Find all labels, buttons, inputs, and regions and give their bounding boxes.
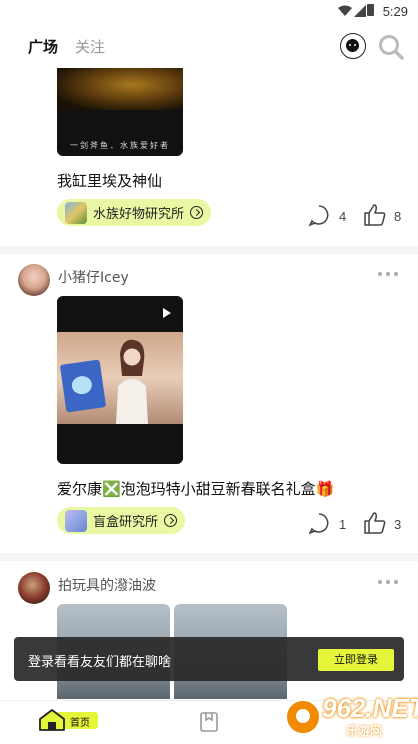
topic-tag-label: 盲盒研究所 — [93, 515, 159, 530]
divider — [0, 246, 418, 254]
comment-count: 1 — [339, 517, 347, 532]
login-prompt-toast: 登录看看友友们都在聊啥 立即登录 — [14, 637, 404, 681]
chevron-right-icon — [190, 206, 204, 219]
top-header: 广场 关注 — [0, 24, 418, 68]
avatar[interactable] — [18, 572, 50, 604]
avatar[interactable] — [18, 264, 50, 296]
username[interactable]: 拍玩具的潑油波 — [58, 575, 156, 595]
topic-tag-label: 水族好物研究所 — [93, 207, 185, 222]
like-count: 3 — [394, 517, 402, 532]
thumbnail-caption: 一剑斧鱼．水族爱好者 — [70, 141, 170, 150]
person-image — [116, 339, 148, 424]
play-icon — [163, 308, 171, 318]
nav-home-label: 首页 — [70, 718, 90, 729]
thumbnail-image — [57, 68, 183, 110]
watermark-text: 962.NET — [322, 693, 418, 723]
blind-box-icon — [65, 509, 87, 532]
tab-square[interactable]: 广场 — [28, 36, 58, 57]
like-icon[interactable] — [363, 203, 387, 227]
status-bar: 5:29 — [0, 0, 418, 24]
watermark: 962.NET 乐游网 — [276, 690, 418, 744]
message-bubble-icon[interactable] — [340, 33, 366, 59]
wifi-icon — [338, 5, 352, 16]
tab-following[interactable]: 关注 — [75, 36, 105, 57]
login-prompt-text: 登录看看友友们都在聊啥 — [28, 655, 172, 670]
post-video-thumbnail[interactable] — [57, 296, 183, 464]
divider — [0, 553, 418, 561]
fish-tank-icon — [65, 201, 87, 224]
comment-count: 4 — [339, 209, 347, 224]
comment-icon[interactable] — [308, 512, 330, 534]
post-title[interactable]: 我缸里埃及神仙 — [57, 170, 162, 191]
watermark-subtext: 乐游网 — [346, 724, 383, 738]
gift-box-image — [59, 359, 107, 413]
collection-icon[interactable] — [198, 711, 220, 733]
comment-icon[interactable] — [308, 204, 330, 226]
post-thumbnail[interactable]: 一剑斧鱼．水族爱好者 — [57, 68, 183, 156]
battery-icon — [367, 4, 374, 16]
like-icon[interactable] — [363, 511, 387, 535]
watermark-logo — [284, 698, 322, 736]
post-title[interactable]: 爱尔康❎泡泡玛特小甜豆新春联名礼盒🎁 — [57, 478, 334, 499]
signal-icon — [354, 5, 366, 17]
home-icon — [39, 709, 65, 731]
like-count: 8 — [394, 209, 402, 224]
topic-tag[interactable]: 盲盒研究所 — [57, 507, 186, 534]
search-icon[interactable] — [377, 33, 405, 61]
username[interactable]: 小猪仔Icey — [58, 267, 129, 287]
status-time: 5:29 — [382, 4, 408, 19]
topic-tag[interactable]: 水族好物研究所 — [57, 199, 212, 226]
chevron-right-icon — [164, 514, 178, 527]
more-options-icon[interactable] — [378, 272, 398, 278]
nav-home[interactable]: 首页 — [38, 709, 102, 731]
more-options-icon[interactable] — [378, 580, 398, 586]
login-button[interactable]: 立即登录 — [318, 649, 394, 671]
